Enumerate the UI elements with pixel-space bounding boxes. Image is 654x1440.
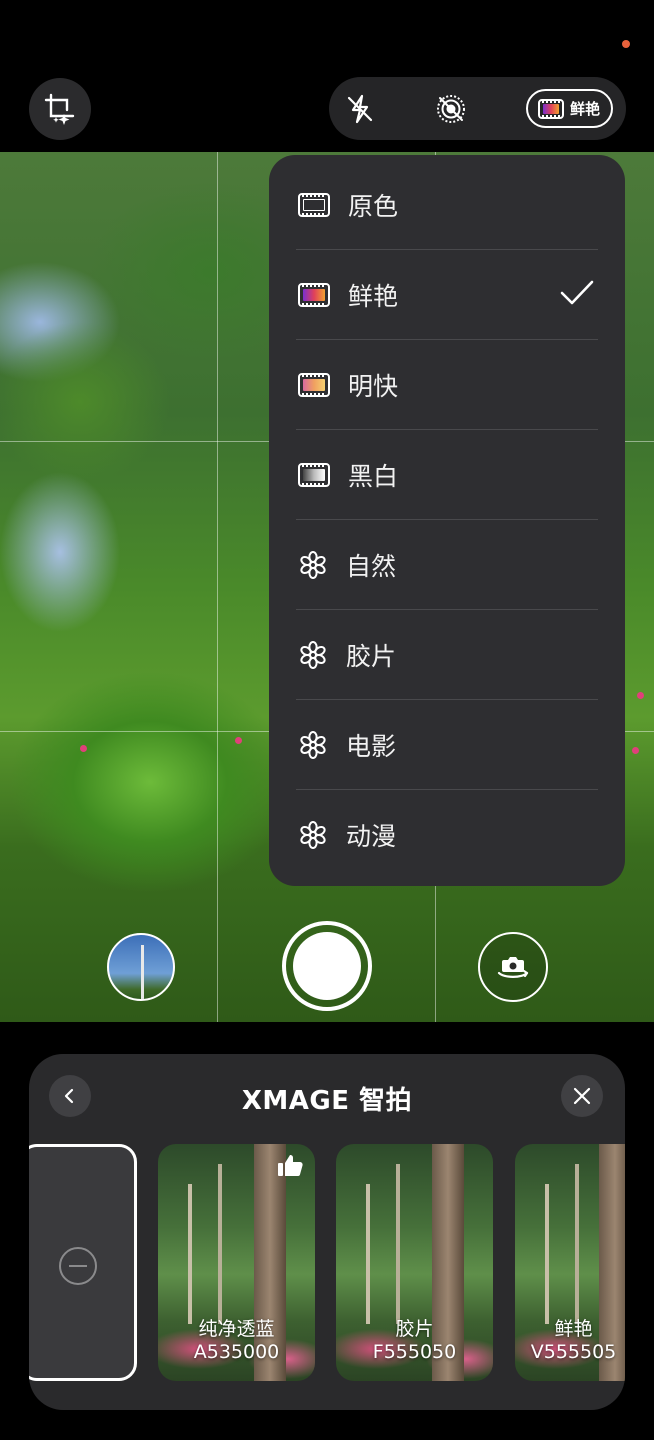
live-off-icon [437,95,465,123]
tree [396,1164,400,1324]
crop-button[interactable] [29,78,91,140]
film-bright-icon [298,373,330,397]
menu-item-label: 鲜艳 [348,282,399,311]
aperture-icon [300,821,326,849]
aperture-icon [300,641,326,669]
flower [637,692,644,699]
grid-line [217,152,218,1022]
menu-item-anime[interactable]: 动漫 [269,790,625,880]
menu-item-label: 明快 [348,372,399,401]
film-mono-icon [298,463,330,487]
menu-item-label: 电影 [346,732,397,761]
menu-item-label: 自然 [346,552,397,581]
menu-item-label: 黑白 [348,462,399,491]
style-card-code: F555050 [372,1341,457,1363]
style-card-code: V555505 [530,1341,617,1363]
style-menu: 原色 鲜艳 明快 黑白 自然 胶片 电影 动漫 [269,155,625,886]
style-card-code: A535000 [193,1341,280,1363]
style-card[interactable]: 胶片 F555050 [336,1144,493,1381]
tree [545,1184,549,1324]
style-card[interactable]: 鲜艳 V555505 [515,1144,625,1381]
switch-camera-icon [497,957,529,978]
style-card-none[interactable] [29,1144,137,1381]
gallery-thumbnail[interactable] [107,933,175,1001]
panel-title: XMAGE 智拍 [241,1086,413,1116]
switch-camera-button[interactable] [478,932,548,1002]
flower [632,747,639,754]
shutter-button[interactable] [282,921,372,1011]
menu-item-label: 胶片 [346,642,397,671]
minus-circle-icon [59,1247,97,1285]
film-plain-icon [298,193,330,217]
style-selector-chip[interactable]: 鲜艳 [526,89,613,128]
style-card-name: 纯净透蓝 [198,1318,275,1340]
style-card-name: 鲜艳 [554,1318,593,1340]
close-icon [573,1087,591,1105]
tree [188,1184,192,1324]
shutter-core [293,932,361,1000]
menu-item-movie[interactable]: 电影 [269,700,625,790]
menu-item-vivid[interactable]: 鲜艳 [269,250,625,340]
film-vivid-icon [298,283,330,307]
menu-item-label: 原色 [348,192,399,221]
checkmark-icon [560,280,594,305]
style-card[interactable]: 纯净透蓝 A535000 [158,1144,315,1381]
menu-item-mono[interactable]: 黑白 [269,430,625,520]
flash-button[interactable] [344,93,376,125]
style-card-name: 胶片 [395,1318,434,1340]
menu-item-bright[interactable]: 明快 [269,340,625,430]
camera-settings-bar: 鲜艳 [329,77,626,140]
thumbs-up-icon [278,1155,303,1176]
live-photo-button[interactable] [435,93,467,125]
status-indicator-dot [622,40,630,48]
flower [235,737,242,744]
flower [80,745,87,752]
thumbnail-preview-image [141,945,144,999]
xmage-style-panel: XMAGE 智拍 纯净透蓝 A535000 胶片 F555050 鲜艳 V555… [29,1054,625,1410]
menu-item-original[interactable]: 原色 [269,160,625,250]
crop-sparkle-icon [44,93,75,125]
menu-item-natural[interactable]: 自然 [269,520,625,610]
style-chip-label: 鲜艳 [570,100,601,118]
film-vivid-icon [538,98,564,119]
flash-off-icon [347,94,373,124]
aperture-icon [300,731,326,759]
aperture-icon [300,551,326,579]
tree [366,1184,370,1324]
menu-item-label: 动漫 [346,822,397,851]
tree [218,1164,222,1324]
tree [575,1164,579,1324]
menu-item-film[interactable]: 胶片 [269,610,625,700]
close-button[interactable] [561,1075,603,1117]
